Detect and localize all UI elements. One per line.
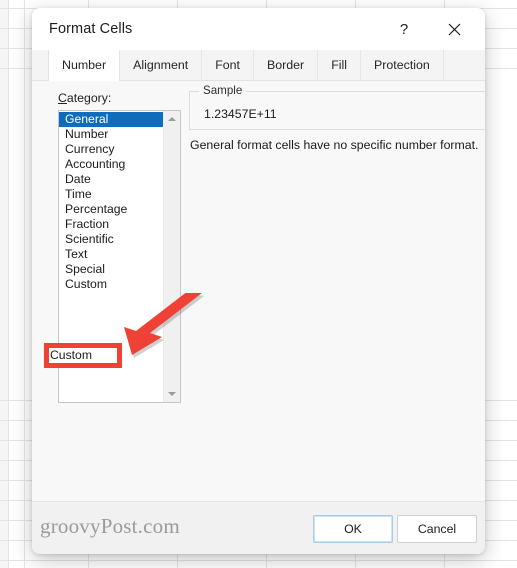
sample-group-box: Sample 1.23457E+11 (189, 84, 485, 130)
category-label-accelerator: C (58, 91, 67, 105)
category-item-time[interactable]: Time (59, 187, 163, 202)
category-item-number[interactable]: Number (59, 127, 163, 142)
dialog-footer: groovyPost.com OK Cancel (32, 501, 485, 554)
category-item-special[interactable]: Special (59, 262, 163, 277)
category-item-accounting[interactable]: Accounting (59, 157, 163, 172)
category-item-fraction[interactable]: Fraction (59, 217, 163, 232)
category-item-percentage[interactable]: Percentage (59, 202, 163, 217)
grid-line-horizontal (0, 560, 517, 561)
sample-legend: Sample (199, 84, 247, 97)
category-label-rest: ategory: (66, 91, 112, 105)
tab-border[interactable]: Border (252, 50, 319, 80)
sample-value: 1.23457E+11 (204, 107, 277, 121)
watermark: groovyPost.com (40, 514, 180, 538)
triangle-down-icon[interactable] (164, 386, 180, 402)
tab-alignment[interactable]: Alignment (119, 50, 203, 80)
tab-protection[interactable]: Protection (360, 50, 444, 80)
triangle-down-glyph (168, 392, 176, 396)
category-item-scientific[interactable]: Scientific (59, 232, 163, 247)
grid-band (0, 0, 8, 568)
category-label: Category: (58, 91, 111, 105)
cancel-button[interactable]: Cancel (397, 515, 477, 543)
tab-fill[interactable]: Fill (317, 50, 362, 80)
ok-button[interactable]: OK (313, 515, 393, 543)
category-scrollbar[interactable] (163, 111, 180, 402)
close-glyph (448, 23, 460, 35)
close-icon[interactable] (433, 8, 475, 50)
format-description: General format cells have no specific nu… (190, 138, 479, 152)
tab-number[interactable]: Number (48, 50, 121, 81)
tab-strip: Number Alignment Font Border Fill Protec… (32, 50, 485, 81)
category-item-date[interactable]: Date (59, 172, 163, 187)
grid-line-vertical (24, 0, 25, 568)
category-item-general[interactable]: General (59, 112, 163, 127)
grid-line-vertical (8, 0, 9, 568)
custom-highlight-label: Custom (50, 348, 92, 362)
help-icon[interactable]: ? (383, 8, 425, 50)
triangle-up-icon[interactable] (164, 111, 180, 127)
category-item-custom[interactable]: Custom (59, 277, 163, 292)
dialog-title: Format Cells (49, 21, 133, 37)
tab-font[interactable]: Font (201, 50, 254, 80)
triangle-up-glyph (168, 117, 176, 121)
format-cells-dialog: Format Cells ? Number Alignment Font Bor… (32, 8, 485, 554)
dialog-body: Category: General Number Currency Accoun… (32, 81, 485, 501)
category-item-text[interactable]: Text (59, 247, 163, 262)
category-item-currency[interactable]: Currency (59, 142, 163, 157)
dialog-titlebar: Format Cells ? (32, 8, 485, 50)
